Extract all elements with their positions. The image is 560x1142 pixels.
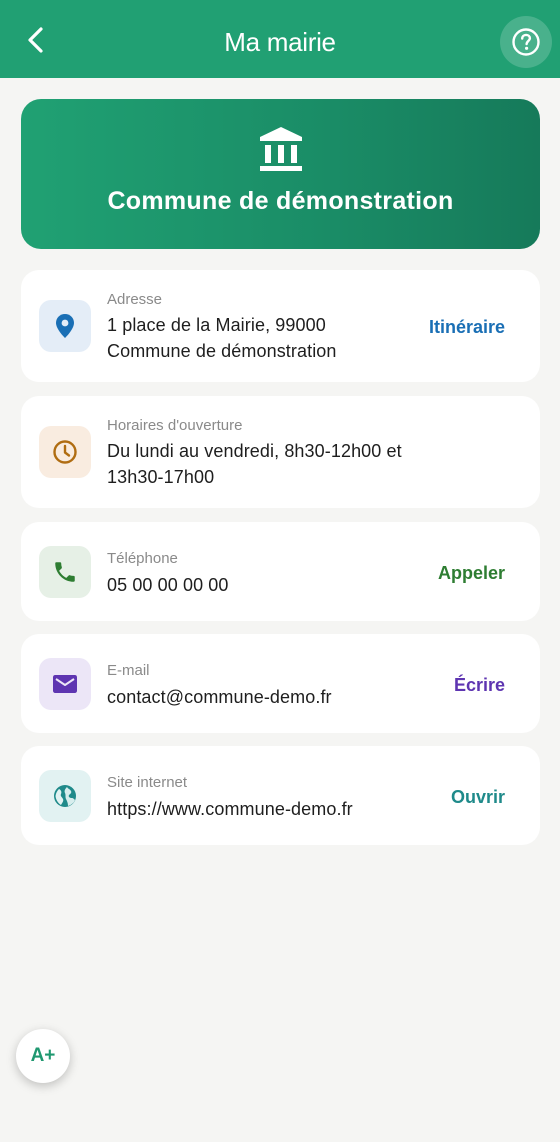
phone-card: Téléphone 05 00 00 00 00 Appeler [21, 522, 540, 621]
email-address: contact@commune-demo.fr [107, 687, 332, 707]
hours-line-1: Du lundi au vendredi, 8h30-12h00 et [107, 441, 402, 461]
help-button[interactable] [500, 16, 552, 68]
address-label: Adresse [107, 291, 163, 308]
phone-icon [55, 562, 75, 582]
itinerary-button[interactable]: Itinéraire [429, 317, 505, 338]
hours-label: Horaires d'ouverture [107, 417, 243, 434]
open-website-button[interactable]: Ouvrir [451, 787, 505, 808]
commune-hero-card: Commune de démonstration [21, 99, 540, 249]
font-size-button[interactable]: A+ [16, 1029, 70, 1083]
website-card: Site internet https://www.commune-demo.f… [21, 746, 540, 845]
call-button[interactable]: Appeler [438, 563, 505, 584]
website-label: Site internet [107, 774, 188, 791]
phone-icon-tile [39, 546, 91, 598]
globe-icon [54, 785, 76, 807]
hours-line-2: 13h30-17h00 [107, 467, 215, 487]
hours-icon-tile [39, 426, 91, 478]
address-line-2: Commune de démonstration [107, 341, 337, 361]
phone-label: Téléphone [107, 550, 178, 567]
map-pin-icon [56, 314, 74, 338]
city-hall-icon [260, 127, 302, 171]
page-title: Ma mairie [224, 26, 336, 57]
website-icon-tile [39, 770, 91, 822]
address-icon-tile [39, 300, 91, 352]
address-line-1: 1 place de la Mairie, 99000 [107, 315, 326, 335]
website-url: https://www.commune-demo.fr [107, 799, 353, 819]
address-card: Adresse 1 place de la Mairie, 99000 Comm… [21, 270, 540, 382]
email-icon-tile [39, 658, 91, 710]
hours-card: Horaires d'ouverture Du lundi au vendred… [21, 396, 540, 508]
app-header: Ma mairie [0, 0, 560, 78]
mail-icon [53, 675, 77, 693]
clock-icon [53, 440, 77, 464]
phone-number: 05 00 00 00 00 [107, 575, 229, 595]
commune-name: Commune de démonstration [107, 187, 454, 215]
write-button[interactable]: Écrire [454, 675, 505, 696]
help-circle-icon [512, 28, 540, 56]
email-card: E-mail contact@commune-demo.fr Écrire [21, 634, 540, 733]
email-label: E-mail [107, 662, 150, 679]
